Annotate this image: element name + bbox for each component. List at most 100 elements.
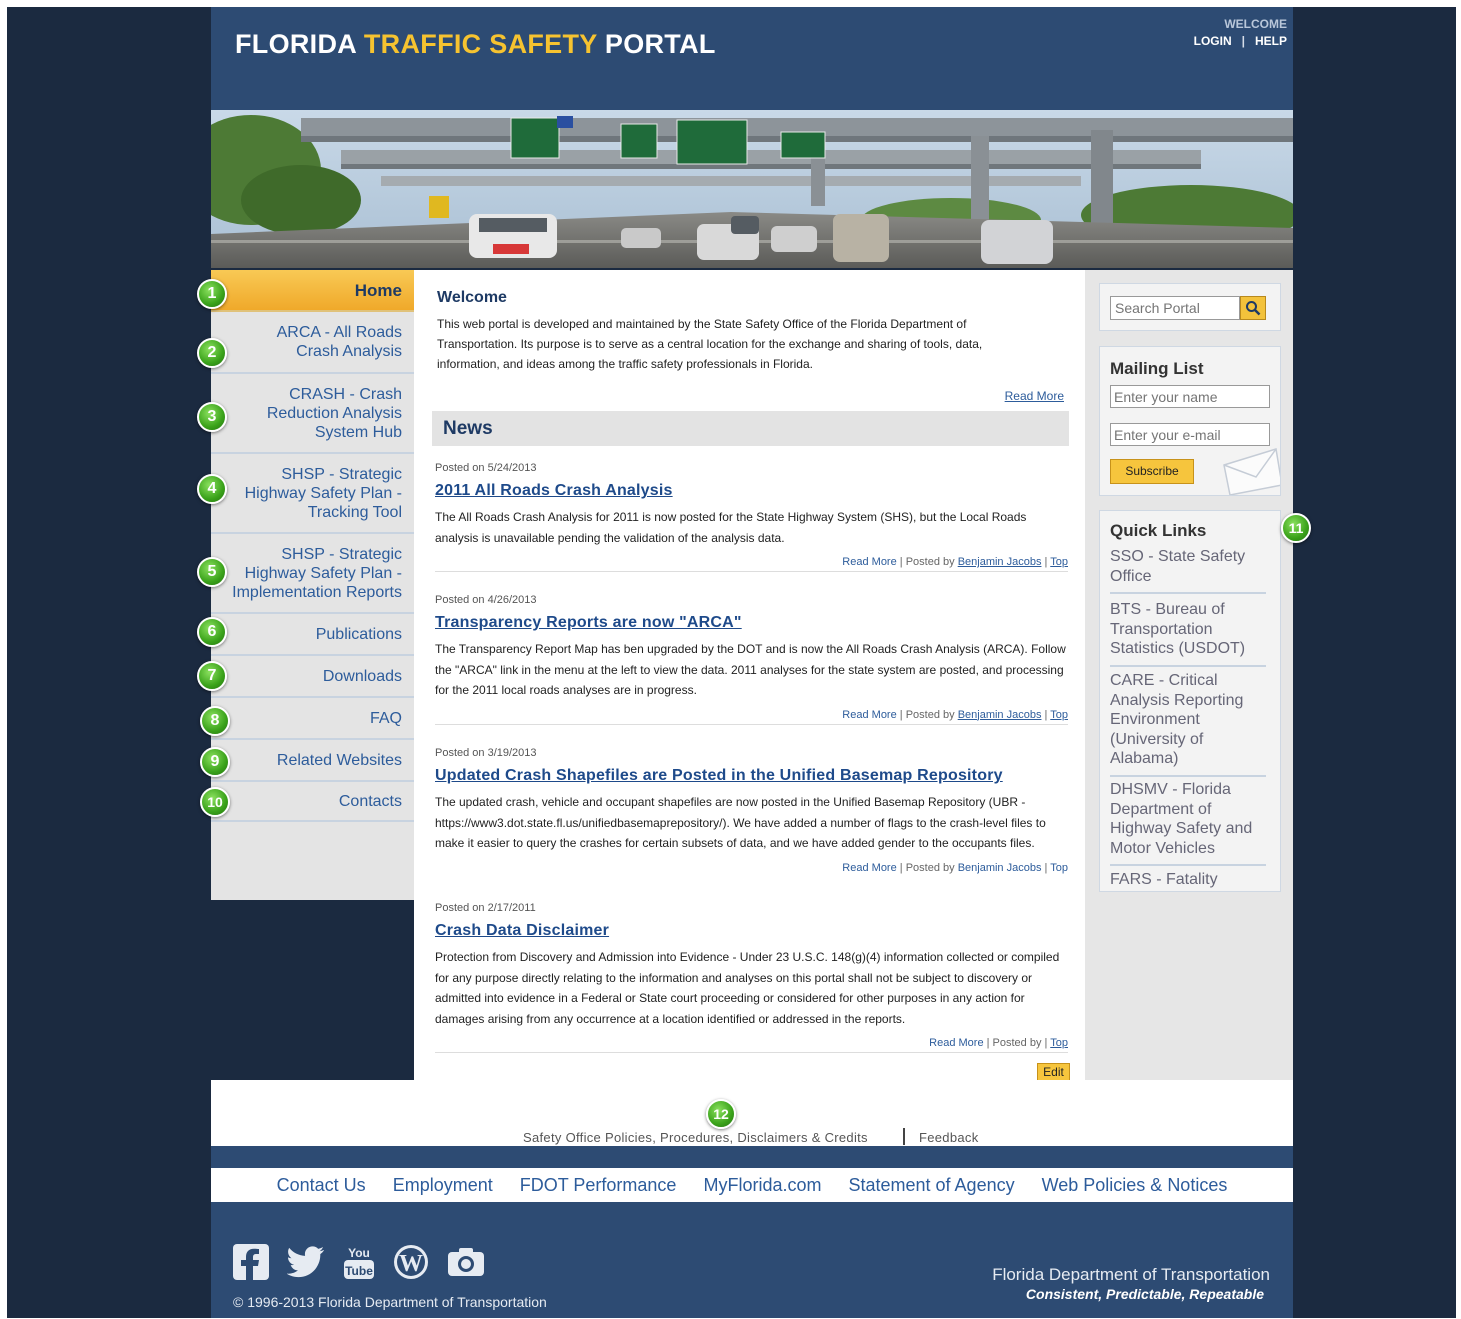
nav-item-label: Home bbox=[354, 280, 402, 300]
post-date: Posted on 5/24/2013 bbox=[435, 462, 537, 474]
news-post: Posted on 5/24/2013 2011 All Roads Crash… bbox=[435, 462, 1068, 572]
post-meta: Read More | Posted by Benjamin Jacobs | … bbox=[435, 556, 1068, 572]
posted-by-label: Posted by bbox=[905, 708, 955, 721]
link-separator: | bbox=[1241, 34, 1245, 48]
welcome-text: WELCOME bbox=[1224, 17, 1287, 31]
author-link[interactable]: Benjamin Jacobs bbox=[958, 862, 1042, 874]
right-sidebar: Mailing List Subscribe Quick Links SSO -… bbox=[1085, 270, 1293, 1080]
wordpress-icon[interactable]: W bbox=[393, 1244, 429, 1285]
edit-button[interactable]: Edit bbox=[1037, 1063, 1070, 1081]
web-policies-link[interactable]: Web Policies & Notices bbox=[1042, 1175, 1228, 1196]
top-link[interactable]: Top bbox=[1050, 862, 1068, 874]
help-link[interactable]: HELP bbox=[1255, 34, 1287, 48]
top-link[interactable]: Top bbox=[1050, 1037, 1068, 1049]
policies-link[interactable]: Safety Office Policies, Procedures, Disc… bbox=[523, 1130, 868, 1145]
callout-badge-12: 12 bbox=[706, 1099, 736, 1129]
posted-by-label: Posted by bbox=[905, 861, 955, 874]
main-content: Welcome This web portal is developed and… bbox=[414, 270, 1085, 1081]
nav-item-contacts[interactable]: Contacts bbox=[211, 782, 414, 822]
facebook-icon[interactable] bbox=[233, 1244, 269, 1285]
post-read-more-link[interactable]: Read More bbox=[842, 862, 896, 874]
callout-badge-4: 4 bbox=[197, 474, 227, 504]
callout-badge-8: 8 bbox=[200, 706, 230, 736]
agency-name: Florida Department of Transportation bbox=[992, 1265, 1270, 1284]
callout-badge-11: 11 bbox=[1281, 513, 1311, 543]
nav-item-publications[interactable]: Publications bbox=[211, 614, 414, 656]
nav-item-arca[interactable]: ARCA - All Roads Crash Analysis bbox=[211, 312, 414, 374]
quick-link-fars[interactable]: FARS - Fatality bbox=[1110, 870, 1266, 891]
quick-link-bts[interactable]: BTS - Bureau of Transportation Statistic… bbox=[1110, 600, 1266, 667]
author-link[interactable]: Benjamin Jacobs bbox=[958, 556, 1042, 568]
search-icon bbox=[1246, 301, 1261, 316]
name-field[interactable] bbox=[1110, 385, 1270, 408]
nav-item-label: Downloads bbox=[322, 667, 402, 685]
footer-divider-strip bbox=[211, 1146, 1293, 1168]
mailing-list-panel: Mailing List Subscribe bbox=[1099, 346, 1281, 496]
nav-item-label: Publications bbox=[315, 625, 402, 643]
nav-item-shsp-tracking[interactable]: SHSP - Strategic Highway Safety Plan - T… bbox=[211, 454, 414, 534]
feedback-link[interactable]: Feedback bbox=[919, 1130, 979, 1145]
nav-item-label: Related Websites bbox=[276, 751, 402, 769]
nav-item-label: ARCA - All Roads Crash Analysis bbox=[276, 324, 402, 360]
site-title[interactable]: FLORIDA TRAFFIC SAFETY PORTAL bbox=[235, 29, 716, 60]
contact-us-link[interactable]: Contact Us bbox=[277, 1175, 366, 1196]
post-read-more-link[interactable]: Read More bbox=[842, 556, 896, 568]
post-date: Posted on 2/17/2011 bbox=[435, 902, 536, 914]
nav-item-label: SHSP - Strategic Highway Safety Plan - I… bbox=[232, 545, 402, 601]
post-meta: Read More | Posted by | Top bbox=[435, 1037, 1068, 1053]
callout-badge-10: 10 bbox=[200, 787, 230, 817]
post-title-link[interactable]: Crash Data Disclaimer bbox=[435, 922, 609, 940]
nav-item-label: CRASH - Crash Reduction Analysis System … bbox=[266, 385, 402, 441]
nav-item-crash[interactable]: CRASH - Crash Reduction Analysis System … bbox=[211, 374, 414, 454]
youtube-icon[interactable]: You Tube bbox=[343, 1244, 375, 1285]
news-post: Posted on 4/26/2013 Transparency Reports… bbox=[435, 594, 1068, 725]
nav-item-label: FAQ bbox=[369, 709, 402, 727]
nav-item-related-websites[interactable]: Related Websites bbox=[211, 740, 414, 782]
email-field[interactable] bbox=[1110, 423, 1270, 446]
search-input[interactable] bbox=[1110, 296, 1240, 320]
quick-link-care[interactable]: CARE - Critical Analysis Reporting Envir… bbox=[1110, 671, 1266, 777]
top-link[interactable]: Top bbox=[1050, 709, 1068, 721]
post-title-link[interactable]: 2011 All Roads Crash Analysis bbox=[435, 482, 673, 500]
quick-links-heading: Quick Links bbox=[1110, 521, 1207, 540]
news-post: Posted on 3/19/2013 Updated Crash Shapef… bbox=[435, 747, 1068, 877]
footer-divider bbox=[903, 1128, 905, 1145]
post-body: The updated crash, vehicle and occupant … bbox=[435, 795, 1046, 850]
quick-links-panel: Quick Links SSO - State Safety Office BT… bbox=[1099, 510, 1281, 892]
fdot-performance-link[interactable]: FDOT Performance bbox=[520, 1175, 677, 1196]
svg-text:W: W bbox=[399, 1251, 423, 1277]
welcome-read-more-link[interactable]: Read More bbox=[1005, 389, 1064, 403]
post-title-link[interactable]: Transparency Reports are now "ARCA" bbox=[435, 614, 742, 632]
login-link[interactable]: LOGIN bbox=[1194, 34, 1232, 48]
post-title-link[interactable]: Updated Crash Shapefiles are Posted in t… bbox=[435, 767, 1003, 785]
post-meta: Read More | Posted by Benjamin Jacobs | … bbox=[842, 861, 1068, 874]
top-link[interactable]: Top bbox=[1050, 556, 1068, 568]
agency-tagline: Consistent, Predictable, Repeatable bbox=[1025, 1286, 1264, 1302]
camera-icon[interactable] bbox=[447, 1247, 485, 1282]
quick-link-dhsmv[interactable]: DHSMV - Florida Department of Highway Sa… bbox=[1110, 780, 1266, 866]
statement-of-agency-link[interactable]: Statement of Agency bbox=[848, 1175, 1014, 1196]
quick-link-sso[interactable]: SSO - State Safety Office bbox=[1110, 547, 1266, 594]
post-read-more-link[interactable]: Read More bbox=[842, 709, 896, 721]
post-read-more-link[interactable]: Read More bbox=[929, 1037, 983, 1049]
twitter-icon[interactable] bbox=[286, 1246, 325, 1283]
nav-item-faq[interactable]: FAQ bbox=[211, 698, 414, 740]
highway-banner-image bbox=[211, 110, 1293, 268]
nav-item-shsp-implementation[interactable]: SHSP - Strategic Highway Safety Plan - I… bbox=[211, 534, 414, 614]
site-footer: You Tube W © 1996-2013 Florida Department… bbox=[211, 1202, 1293, 1318]
svg-text:Tube: Tube bbox=[345, 1264, 373, 1278]
svg-text:You: You bbox=[348, 1246, 370, 1260]
nav-item-home[interactable]: Home bbox=[211, 270, 414, 312]
nav-item-label: SHSP - Strategic Highway Safety Plan - T… bbox=[244, 465, 402, 521]
nav-item-downloads[interactable]: Downloads bbox=[211, 656, 414, 698]
search-panel bbox=[1099, 283, 1281, 331]
subscribe-button[interactable]: Subscribe bbox=[1110, 459, 1194, 484]
callout-badge-9: 9 bbox=[200, 747, 230, 777]
title-part2: TRAFFIC SAFETY bbox=[363, 29, 598, 59]
welcome-paragraph: This web portal is developed and maintai… bbox=[437, 317, 983, 371]
author-link[interactable]: Benjamin Jacobs bbox=[958, 709, 1042, 721]
copyright-text: © 1996-2013 Florida Department of Transp… bbox=[233, 1294, 547, 1310]
search-button[interactable] bbox=[1240, 296, 1266, 320]
myflorida-link[interactable]: MyFlorida.com bbox=[703, 1175, 821, 1196]
employment-link[interactable]: Employment bbox=[393, 1175, 493, 1196]
